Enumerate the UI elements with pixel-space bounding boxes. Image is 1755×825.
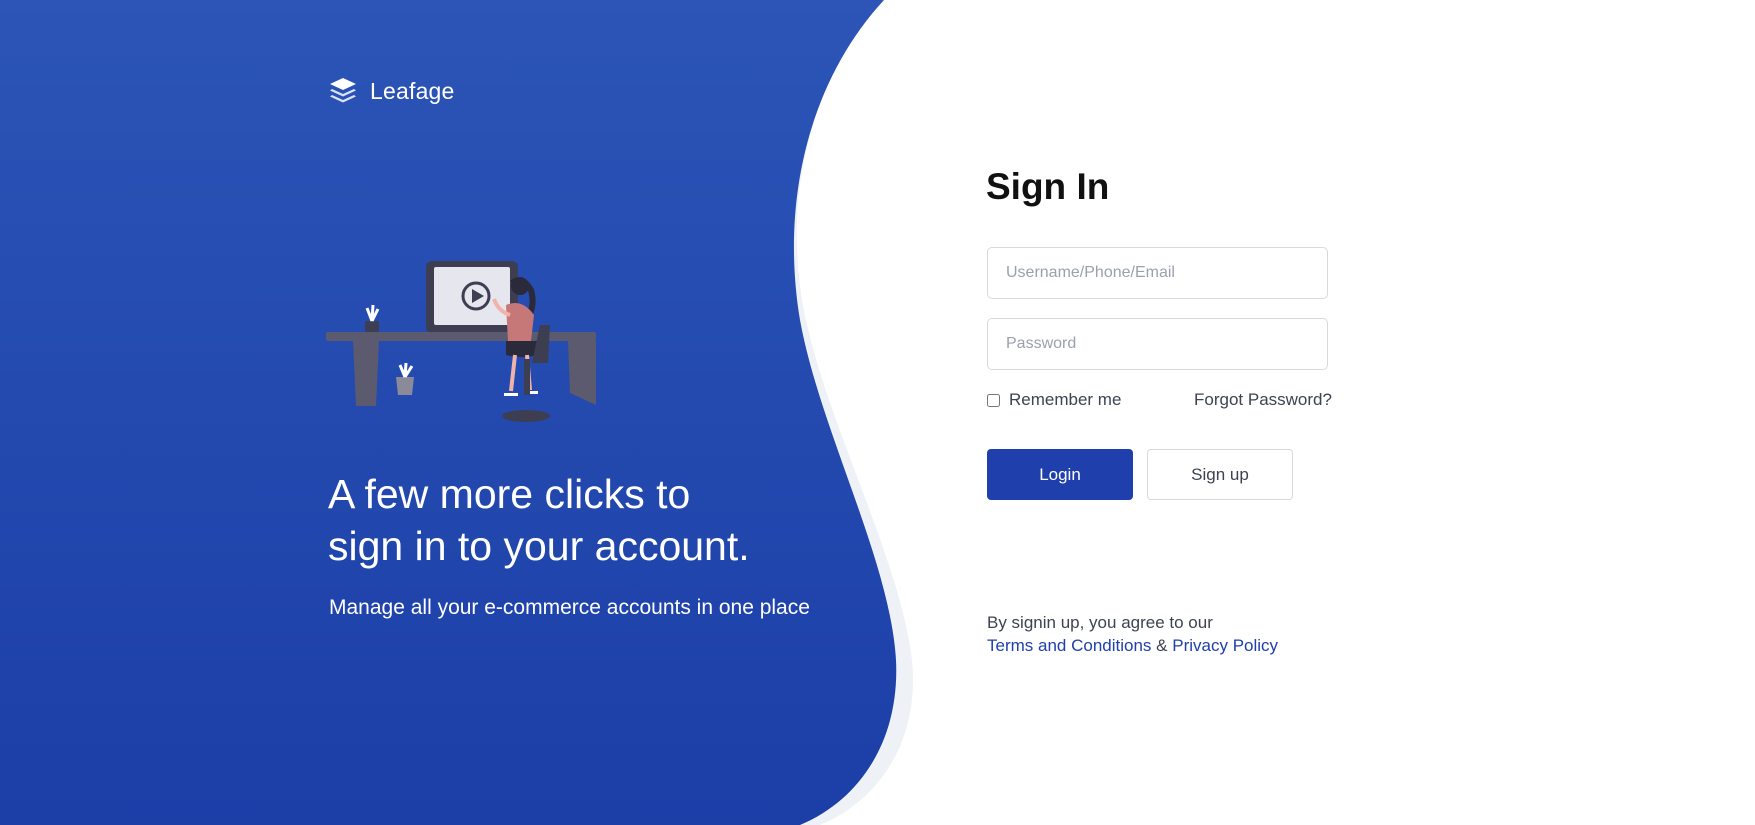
forgot-password-link[interactable]: Forgot Password? xyxy=(1194,390,1332,410)
privacy-link[interactable]: Privacy Policy xyxy=(1172,636,1278,655)
hero-subheadline: Manage all your e-commerce accounts in o… xyxy=(329,596,810,619)
brand: Leafage xyxy=(328,76,455,106)
login-button[interactable]: Login xyxy=(987,449,1133,500)
username-input[interactable] xyxy=(987,247,1328,299)
remember-me-checkbox[interactable] xyxy=(987,393,1000,407)
legal-separator: & xyxy=(1156,636,1168,655)
signup-button[interactable]: Sign up xyxy=(1147,449,1293,500)
left-hero-panel xyxy=(0,0,914,825)
hero-headline-line2: sign in to your account. xyxy=(328,523,750,569)
hero-headline: A few more clicks to sign in to your acc… xyxy=(328,468,888,572)
layers-icon xyxy=(330,78,356,103)
brand-name: Leafage xyxy=(370,77,455,104)
hero-headline-line1: A few more clicks to xyxy=(328,471,691,517)
password-input[interactable] xyxy=(987,318,1328,370)
legal-links: Terms and Conditions & Privacy Policy xyxy=(987,634,1278,657)
page-title: Sign In xyxy=(986,166,1110,207)
legal-prefix: By signin up, you agree to our xyxy=(987,613,1213,632)
legal-notice: By signin up, you agree to our Terms and… xyxy=(987,611,1278,657)
remember-me[interactable]: Remember me xyxy=(987,390,1121,410)
remember-me-label: Remember me xyxy=(1009,390,1122,409)
terms-link[interactable]: Terms and Conditions xyxy=(987,636,1151,655)
woman-at-desk-illustration xyxy=(326,261,596,422)
